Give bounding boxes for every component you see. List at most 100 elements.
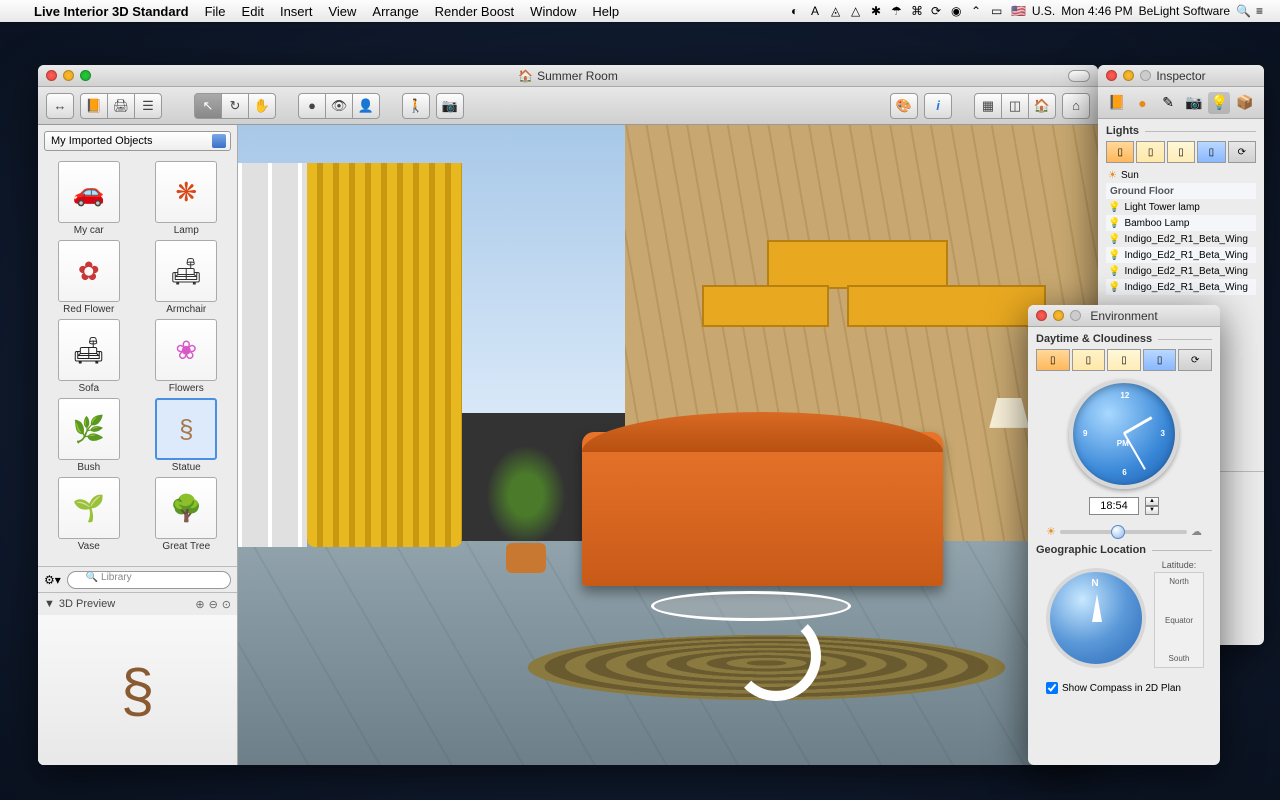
drive-icon[interactable]: △	[851, 4, 865, 18]
library-item-sofa[interactable]: 🛋Sofa	[42, 319, 136, 394]
inspector-close-button[interactable]	[1106, 70, 1117, 81]
airport-icon[interactable]: ⌃	[971, 4, 985, 18]
inspector-titlebar[interactable]: Inspector	[1098, 65, 1264, 87]
inspector-min-button[interactable]	[1123, 70, 1134, 81]
menu-arrange[interactable]: Arrange	[372, 4, 418, 19]
tab-props[interactable]: 📦	[1234, 92, 1256, 114]
pan-tool[interactable]: ✋	[248, 93, 276, 119]
show-compass-checkbox[interactable]	[1046, 682, 1058, 694]
select-tool[interactable]: ↖	[194, 93, 222, 119]
library-item-statue[interactable]: §Statue	[140, 398, 234, 473]
menu-renderboost[interactable]: Render Boost	[435, 4, 515, 19]
library-item-bush[interactable]: 🌿Bush	[42, 398, 136, 473]
light-row[interactable]: 💡Indigo_Ed2_R1_Beta_Wing	[1106, 231, 1256, 247]
sun-row[interactable]: ☀Sun	[1106, 167, 1256, 183]
tab-camera[interactable]: 📷	[1183, 92, 1205, 114]
view-3d-button[interactable]: ◫	[1001, 93, 1029, 119]
tab-material[interactable]: ●	[1131, 92, 1153, 114]
preview-canvas[interactable]: §	[38, 615, 237, 765]
daytime-evening-button[interactable]: ▯	[1197, 141, 1225, 163]
tab-object[interactable]: 📙	[1106, 92, 1128, 114]
view-2d-button[interactable]: ▦	[974, 93, 1002, 119]
app-name[interactable]: Live Interior 3D Standard	[34, 4, 189, 19]
env-morning-button[interactable]: ▯	[1072, 349, 1106, 371]
library-item-flowers[interactable]: ❀Flowers	[140, 319, 234, 394]
env-close-button[interactable]	[1036, 310, 1047, 321]
daytime-morning-button[interactable]: ▯	[1136, 141, 1164, 163]
category-dropdown[interactable]: My Imported Objects	[44, 131, 231, 151]
list-button[interactable]: ☰	[134, 93, 162, 119]
library-item-tree[interactable]: 🌳Great Tree	[140, 477, 234, 552]
compass-widget[interactable]	[1046, 568, 1146, 668]
light-row[interactable]: 💡Indigo_Ed2_R1_Beta_Wing	[1106, 263, 1256, 279]
adobe-icon[interactable]: A	[811, 4, 825, 18]
library-item-armchair[interactable]: 🛋Armchair	[140, 240, 234, 315]
sync-icon[interactable]: ⟳	[931, 4, 945, 18]
library-search-input[interactable]: 🔍 Library	[67, 571, 231, 589]
back-button[interactable]: ↔	[46, 93, 74, 119]
light-row[interactable]: 💡Indigo_Ed2_R1_Beta_Wing	[1106, 247, 1256, 263]
environment-titlebar[interactable]: Environment	[1028, 305, 1220, 327]
camera-tool[interactable]: 📷	[436, 93, 464, 119]
zoom-in-icon[interactable]: ⊕	[195, 598, 204, 611]
menu-view[interactable]: View	[328, 4, 356, 19]
minimize-button[interactable]	[63, 70, 74, 81]
env-dawn-button[interactable]: ▯	[1036, 349, 1070, 371]
notifications-icon[interactable]: ≡	[1256, 4, 1270, 18]
spotlight-icon[interactable]: 🔍	[1236, 4, 1250, 18]
umbrella-icon[interactable]: ☂	[891, 4, 905, 18]
disclosure-icon[interactable]: ▼	[44, 598, 55, 610]
env-custom-button[interactable]: ⟳	[1178, 349, 1212, 371]
light-row[interactable]: 💡Light Tower lamp	[1106, 199, 1256, 215]
locale-flag-icon[interactable]: 🇺🇸	[1011, 4, 1026, 18]
gear-icon[interactable]: ⚙▾	[44, 573, 61, 587]
zoom-fit-icon[interactable]: ⊙	[222, 598, 231, 611]
globe-icon[interactable]: ✱	[871, 4, 885, 18]
library-item-redflower[interactable]: ✿Red Flower	[42, 240, 136, 315]
bluetooth-icon[interactable]: ⌘	[911, 4, 925, 18]
zoom-out-icon[interactable]: ⊖	[209, 598, 218, 611]
menu-file[interactable]: File	[205, 4, 226, 19]
clock-widget[interactable]: 12369 PM	[1069, 379, 1179, 489]
light-row[interactable]: 💡Bamboo Lamp	[1106, 215, 1256, 231]
status-icon[interactable]: ◐	[791, 4, 805, 18]
home-button[interactable]: ⌂	[1062, 93, 1090, 119]
main-titlebar[interactable]: 🏠Summer Room	[38, 65, 1098, 87]
menu-edit[interactable]: Edit	[242, 4, 264, 19]
time-input[interactable]	[1089, 497, 1139, 515]
menu-help[interactable]: Help	[592, 4, 619, 19]
toolbar-toggle-button[interactable]	[1068, 70, 1090, 82]
library-button[interactable]: 📙	[80, 93, 108, 119]
cloudiness-slider[interactable]	[1060, 530, 1187, 534]
tab-lights[interactable]: 💡	[1208, 92, 1230, 114]
battery-icon[interactable]: ▭	[991, 4, 1005, 18]
info-button[interactable]: i	[924, 93, 952, 119]
menu-window[interactable]: Window	[530, 4, 576, 19]
vendor-name[interactable]: BeLight Software	[1139, 4, 1230, 18]
latitude-slider[interactable]: North Equator South	[1154, 572, 1204, 668]
light-row[interactable]: 💡Indigo_Ed2_R1_Beta_Wing	[1106, 279, 1256, 295]
daytime-noon-button[interactable]: ▯	[1167, 141, 1195, 163]
daytime-dawn-button[interactable]: ▯	[1106, 141, 1134, 163]
tab-edit[interactable]: ✎	[1157, 92, 1179, 114]
env-min-button[interactable]	[1053, 310, 1064, 321]
close-button[interactable]	[46, 70, 57, 81]
status-triangle-icon[interactable]: ◬	[831, 4, 845, 18]
env-evening-button[interactable]: ▯	[1143, 349, 1177, 371]
point-tool[interactable]: ●	[298, 93, 326, 119]
user-tool[interactable]: 👤	[352, 93, 380, 119]
zoom-button[interactable]	[80, 70, 91, 81]
clock[interactable]: Mon 4:46 PM	[1061, 4, 1132, 18]
print-button[interactable]: 🖨	[107, 93, 135, 119]
3d-viewport[interactable]	[238, 125, 1098, 765]
menu-insert[interactable]: Insert	[280, 4, 313, 19]
env-noon-button[interactable]: ▯	[1107, 349, 1141, 371]
library-item-vase[interactable]: 🌱Vase	[42, 477, 136, 552]
library-item-lamp[interactable]: ❋Lamp	[140, 161, 234, 236]
walk-tool[interactable]: 🚶	[402, 93, 430, 119]
view-house-button[interactable]: 🏠	[1028, 93, 1056, 119]
env-zoom-button[interactable]	[1070, 310, 1081, 321]
rotate-tool[interactable]: ↻	[221, 93, 249, 119]
inspector-zoom-button[interactable]	[1140, 70, 1151, 81]
eye-tool[interactable]: 👁	[325, 93, 353, 119]
